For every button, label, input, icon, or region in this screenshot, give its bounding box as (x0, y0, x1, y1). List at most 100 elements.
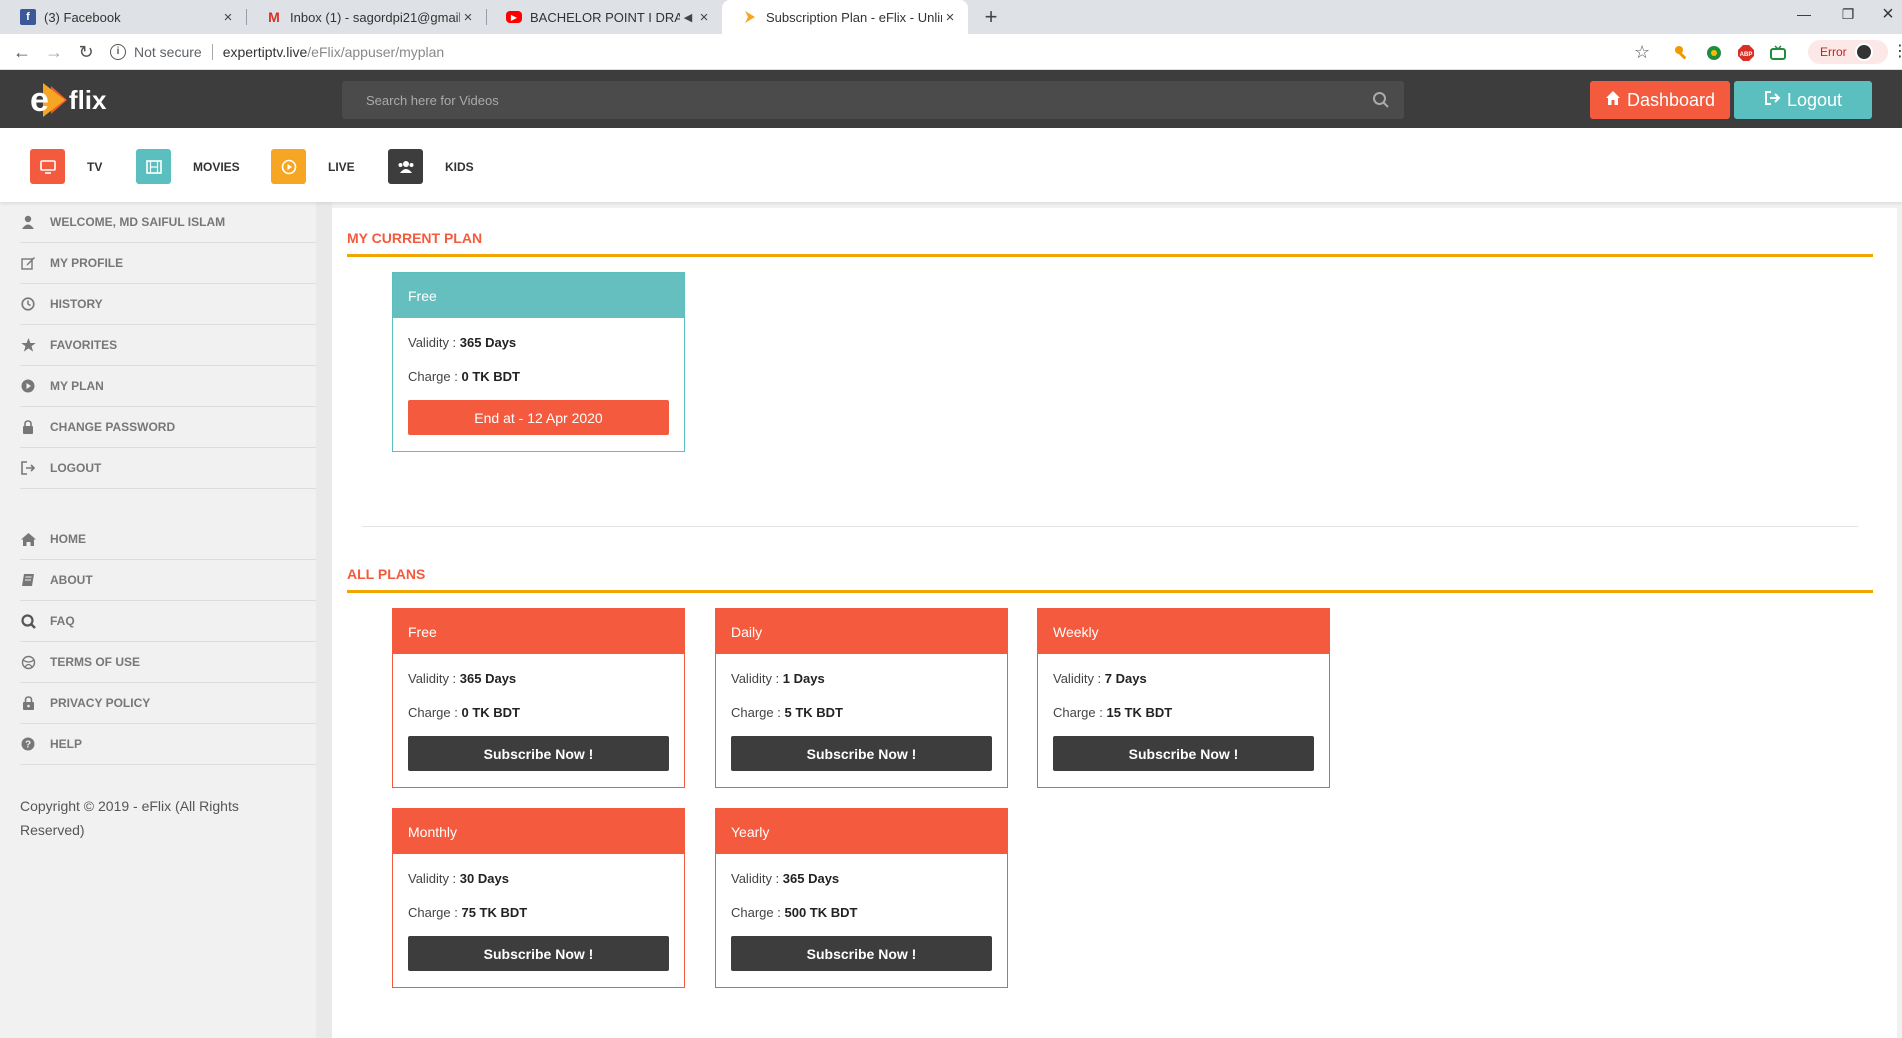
plan-card-yearly: Yearly Validity : 365 Days Charge : 500 … (715, 808, 1008, 988)
url-omnibox[interactable]: i Not secure expertiptv.live/eFlix/appus… (110, 38, 1650, 66)
sign-out-icon (20, 460, 36, 476)
restore-icon[interactable]: ❐ (1826, 0, 1870, 30)
sidebar-item-favorites[interactable]: FAVORITES (20, 325, 316, 366)
eflix-logo[interactable]: e flix (30, 81, 107, 119)
sidebar-item-logout[interactable]: LOGOUT (20, 448, 316, 489)
close-tab-icon[interactable]: × (460, 9, 476, 26)
category-tv[interactable]: TV (30, 149, 102, 184)
edit-icon (20, 255, 36, 271)
category-movies[interactable]: MOVIES (136, 149, 240, 184)
tv-icon (30, 149, 65, 184)
browser-tab-facebook[interactable]: f (3) Facebook × (0, 0, 246, 34)
facebook-icon: f (20, 9, 36, 25)
sidebar-item-welcome[interactable]: WELCOME, MD SAIFUL ISLAM (20, 202, 316, 243)
sidebar-link-privacy[interactable]: PRIVACY POLICY (20, 683, 316, 724)
plan-charge: Charge : 5 TK BDT (731, 705, 843, 720)
search-input[interactable] (342, 81, 1342, 119)
bookmark-star-icon[interactable]: ☆ (1634, 38, 1650, 66)
plan-card-weekly: Weekly Validity : 7 Days Charge : 15 TK … (1037, 608, 1330, 788)
plan-validity: Validity : 365 Days (731, 871, 840, 886)
subscribe-button-daily[interactable]: Subscribe Now ! (731, 736, 992, 771)
reload-icon[interactable]: ↻ (72, 38, 100, 66)
plan-name: Daily (716, 609, 1007, 654)
clock-icon (20, 296, 36, 312)
adblock-icon[interactable]: ABP (1738, 45, 1754, 61)
plan-name: Free (393, 273, 684, 318)
play-icon (271, 149, 306, 184)
plan-charge: Charge : 500 TK BDT (731, 905, 858, 920)
sidebar-link-faq[interactable]: FAQ (20, 601, 316, 642)
profile-avatar (1854, 43, 1873, 61)
info-icon[interactable]: i (110, 44, 126, 60)
sidebar-link-home[interactable]: HOME (20, 519, 316, 560)
play-circle-icon (20, 378, 36, 394)
browser-tab-gmail[interactable]: M Inbox (1) - sagordpi21@gmail.com × (246, 0, 486, 34)
close-tab-icon[interactable]: × (942, 9, 958, 26)
extension-tv-icon[interactable] (1770, 45, 1786, 61)
plan-card-daily: Daily Validity : 1 Days Charge : 5 TK BD… (715, 608, 1008, 788)
browser-address-bar: ← → ↻ i Not secure expertiptv.live/eFlix… (0, 34, 1902, 70)
profile-error-pill[interactable]: Error (1808, 40, 1888, 64)
users-icon (388, 149, 423, 184)
subscribe-button-weekly[interactable]: Subscribe Now ! (1053, 736, 1314, 771)
browser-tab-youtube[interactable]: ▶ BACHELOR POINT I DRAMA ◀ × (486, 0, 722, 34)
close-window-icon[interactable]: × (1866, 0, 1902, 30)
browser-tab-bar: f (3) Facebook × M Inbox (1) - sagordpi2… (0, 0, 1902, 34)
all-plans-title: ALL PLANS (347, 566, 426, 582)
category-live[interactable]: LIVE (271, 149, 355, 184)
gmail-icon: M (268, 9, 280, 25)
plan-validity: Validity : 365 Days (408, 335, 517, 350)
section-underline (347, 590, 1873, 593)
section-underline (347, 254, 1873, 257)
sidebar-item-change-password[interactable]: CHANGE PASSWORD (20, 407, 316, 448)
plan-name: Free (393, 609, 684, 654)
dashboard-button[interactable]: Dashboard (1590, 81, 1730, 119)
plan-name: Yearly (716, 809, 1007, 854)
category-kids[interactable]: KIDS (388, 149, 474, 184)
sidebar-link-about[interactable]: ABOUT (20, 560, 316, 601)
new-tab-button[interactable]: + (978, 4, 1004, 30)
browser-menu-icon[interactable]: ⋮ (1892, 42, 1902, 62)
book-icon (20, 572, 36, 588)
eflix-icon (742, 9, 758, 25)
close-tab-icon[interactable]: × (220, 9, 236, 26)
user-icon (20, 214, 36, 230)
plan-card-monthly: Monthly Validity : 30 Days Charge : 75 T… (392, 808, 685, 988)
home-icon (1605, 90, 1621, 111)
sidebar-link-help[interactable]: ? HELP (20, 724, 316, 765)
minimize-icon[interactable]: — (1782, 0, 1826, 30)
subscribe-button-monthly[interactable]: Subscribe Now ! (408, 936, 669, 971)
search-box (342, 81, 1404, 119)
search-icon[interactable] (1372, 91, 1390, 109)
star-icon (20, 337, 36, 353)
sidebar-link-terms[interactable]: TERMS OF USE (20, 642, 316, 683)
back-arrow-icon[interactable]: ← (8, 38, 36, 66)
extension-globe-icon[interactable] (1706, 45, 1722, 61)
logout-button[interactable]: Logout (1734, 81, 1872, 119)
subscribe-button-free[interactable]: Subscribe Now ! (408, 736, 669, 771)
sidebar-item-history[interactable]: HISTORY (20, 284, 316, 325)
close-tab-icon[interactable]: × (696, 9, 712, 26)
svg-text:?: ? (25, 740, 31, 751)
mute-tab-icon[interactable]: ◀ (680, 11, 696, 24)
sidebar-item-my-plan[interactable]: MY PLAN (20, 366, 316, 407)
plan-name: Monthly (393, 809, 684, 854)
forward-arrow-icon[interactable]: → (40, 38, 68, 66)
plan-charge: Charge : 15 TK BDT (1053, 705, 1173, 720)
lock-icon (20, 419, 36, 435)
home-icon (20, 531, 36, 547)
plan-card-free: Free Validity : 365 Days Charge : 0 TK B… (392, 608, 685, 788)
extension-key-icon[interactable] (1674, 45, 1690, 61)
search-q-icon (20, 613, 36, 629)
url-host: expertiptv.live (222, 44, 308, 60)
plan-validity: Validity : 30 Days (408, 871, 509, 886)
sidebar-item-my-profile[interactable]: MY PROFILE (20, 243, 316, 284)
youtube-icon: ▶ (506, 11, 522, 23)
main-content: MY CURRENT PLAN Free Validity : 365 Days… (332, 208, 1897, 1038)
subscribe-button-yearly[interactable]: Subscribe Now ! (731, 936, 992, 971)
url-path: /eFlix/appuser/myplan (307, 44, 445, 60)
section-divider (362, 526, 1858, 527)
film-icon (136, 149, 171, 184)
browser-tab-eflix[interactable]: Subscription Plan - eFlix - Unlimited × (722, 0, 968, 34)
plan-validity: Validity : 1 Days (731, 671, 825, 686)
